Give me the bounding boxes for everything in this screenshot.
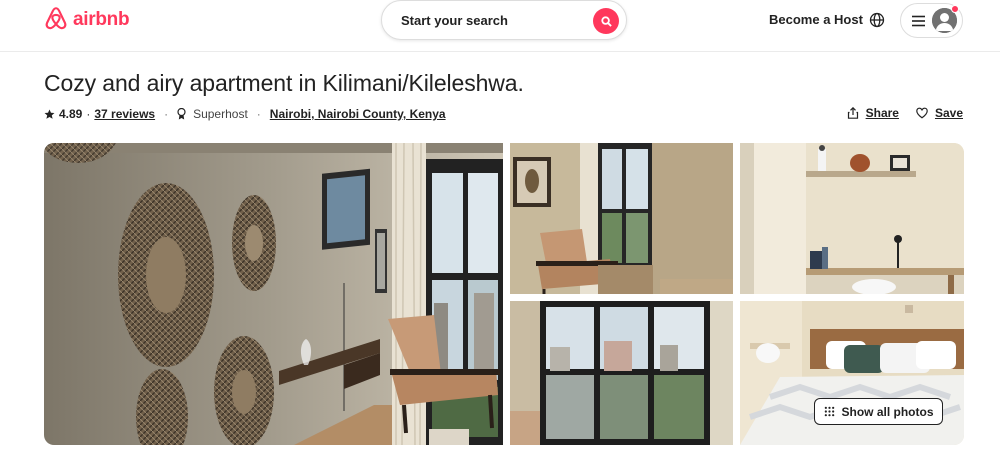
share-icon [847,107,858,119]
separator-dot: · [256,107,261,121]
search-label: Start your search [401,12,508,28]
search-bar[interactable]: Start your search [381,0,627,40]
location-link[interactable]: Nairobi, Nairobi County, Kenya [270,107,446,121]
notification-dot [951,5,959,13]
airbnb-logo[interactable]: airbnb [43,5,130,36]
globe-icon [869,12,885,28]
superhost-icon [177,108,186,120]
search-icon [600,15,612,27]
save-label: Save [934,106,963,120]
become-a-host-link[interactable]: Become a Host [769,12,863,27]
gallery-photo-1[interactable] [510,143,733,294]
separator-dot: · [164,107,169,121]
show-all-photos-label: Show all photos [841,404,934,419]
superhost-badge: Superhost [193,107,248,121]
reviews-link[interactable]: 37 reviews [94,107,155,121]
airbnb-logo-icon [43,5,69,36]
search-button[interactable] [593,8,619,34]
show-all-photos-button[interactable]: Show all photos [814,398,943,425]
photo-gallery: Show all photos [44,143,964,445]
share-label: Share [865,106,899,120]
listing-title: Cozy and airy apartment in Kilimani/Kile… [44,70,524,96]
top-navigation: airbnb Start your search Become a Host [0,0,1000,52]
save-button[interactable]: Save [916,106,963,120]
grid-icon [824,406,834,417]
main-photo[interactable] [44,143,503,445]
star-icon [44,109,55,119]
separator-dot: · [86,107,91,121]
language-button[interactable] [869,12,885,28]
logo-text: airbnb [73,9,130,30]
rating-value: 4.89 [59,107,83,121]
listing-actions: Share Save [847,106,963,120]
menu-icon [912,15,925,27]
user-menu-button[interactable] [900,3,963,38]
gallery-photo-3[interactable] [510,301,733,445]
share-button[interactable]: Share [847,106,899,120]
listing-meta: 4.89 · 37 reviews · Superhost · Nairobi,… [44,106,446,122]
gallery-photo-2[interactable] [740,143,964,294]
heart-icon [916,107,928,119]
